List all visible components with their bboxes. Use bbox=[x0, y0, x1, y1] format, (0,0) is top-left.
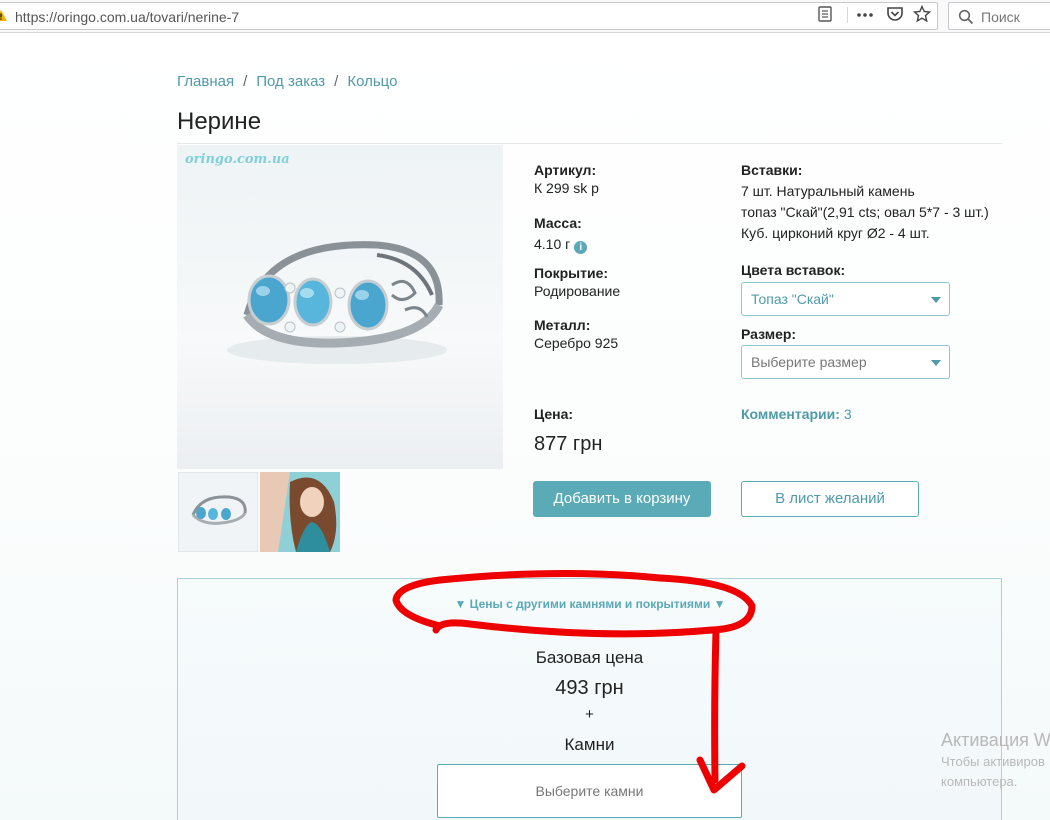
breadcrumb-separator: / bbox=[243, 73, 248, 90]
toolbar-separator bbox=[847, 7, 848, 23]
add-to-wishlist-button[interactable]: В лист желаний bbox=[741, 481, 919, 517]
plus-sign: + bbox=[585, 706, 594, 723]
thumbnail-ring-image bbox=[191, 495, 247, 525]
thumbnail-ring[interactable] bbox=[178, 472, 258, 552]
thumbnail-model[interactable] bbox=[260, 472, 340, 552]
os-activation-line-1: Чтобы активиров bbox=[941, 754, 1045, 769]
coating-value: Родирование bbox=[534, 283, 621, 299]
insert-colors-selected: Топаз "Скай" bbox=[751, 291, 834, 307]
breadcrumb-home-link[interactable]: Главная bbox=[177, 73, 234, 90]
size-select[interactable]: Выберите размер bbox=[741, 345, 950, 379]
search-placeholder: Поиск bbox=[981, 9, 1020, 25]
stones-label: Камни bbox=[564, 735, 615, 754]
size-placeholder: Выберите размер bbox=[751, 354, 867, 370]
inserts-line-2: топаз "Скай"(2,91 cts; овал 5*7 - 3 шт.) bbox=[741, 204, 989, 220]
inserts-line-3: Куб. цирконий круг Ø2 - 4 шт. bbox=[741, 225, 930, 241]
browser-toolbar: https://oringo.com.ua/tovari/nerine-7 По… bbox=[0, 0, 1050, 33]
breadcrumb: Главная / Под заказ / Кольцо bbox=[177, 73, 397, 90]
comments-label: Комментарии: bbox=[741, 406, 840, 422]
bookmark-star-icon[interactable] bbox=[913, 5, 931, 23]
chevron-down-icon bbox=[931, 297, 941, 303]
info-icon[interactable]: i bbox=[574, 241, 588, 254]
mass-value: 4.10 г bbox=[534, 236, 571, 252]
size-label: Размер: bbox=[741, 326, 797, 342]
breadcrumb-separator: / bbox=[334, 73, 339, 90]
mass-row: 4.10 гi bbox=[534, 236, 588, 254]
comments-count: 3 bbox=[843, 406, 852, 422]
add-to-cart-button[interactable]: Добавить в корзину bbox=[533, 481, 711, 517]
page-title: Нерине bbox=[177, 108, 262, 135]
price-options-toggle[interactable]: ▼ Цены с другими камнями и покрытиями ▼ bbox=[0, 597, 1050, 611]
base-price-value: 493 грн bbox=[555, 677, 624, 699]
url-text: https://oringo.com.ua/tovari/nerine-7 bbox=[15, 9, 240, 25]
article-value: К 299 sk р bbox=[534, 180, 599, 196]
os-activation-title: Активация W bbox=[941, 730, 1050, 750]
coating-label: Покрытие: bbox=[534, 265, 609, 281]
inserts-line-1: 7 шт. Натуральный камень bbox=[741, 183, 915, 199]
search-box[interactable]: Поиск bbox=[948, 2, 1050, 30]
os-activation-line-2: компьютера. bbox=[941, 774, 1018, 789]
more-actions-icon[interactable] bbox=[856, 5, 874, 23]
thumbnail-model-image bbox=[260, 472, 340, 552]
comments-link[interactable]: Комментарии: 3 bbox=[741, 406, 852, 422]
breadcrumb-custom-order-link[interactable]: Под заказ bbox=[256, 73, 325, 90]
ring-illustration bbox=[227, 241, 447, 364]
reader-view-icon[interactable] bbox=[816, 5, 834, 23]
metal-value: Серебро 925 bbox=[534, 335, 619, 351]
base-price-label: Базовая цена bbox=[535, 648, 644, 667]
breadcrumb-ring-link[interactable]: Кольцо bbox=[347, 73, 397, 90]
product-main-image[interactable]: oringo.com.ua bbox=[177, 145, 503, 469]
insert-colors-label: Цвета вставок: bbox=[741, 262, 846, 278]
title-divider bbox=[177, 143, 1002, 144]
insert-colors-select[interactable]: Топаз "Скай" bbox=[741, 282, 950, 316]
metal-label: Металл: bbox=[534, 317, 591, 333]
article-label: Артикул: bbox=[534, 162, 597, 178]
warning-icon bbox=[0, 10, 7, 21]
inserts-label: Вставки: bbox=[741, 162, 803, 178]
price-value: 877 грн bbox=[534, 433, 603, 455]
pocket-icon[interactable] bbox=[886, 5, 904, 23]
search-icon bbox=[958, 9, 974, 25]
chevron-down-icon bbox=[931, 360, 941, 366]
address-bar[interactable]: https://oringo.com.ua/tovari/nerine-7 bbox=[0, 2, 938, 30]
choose-stones-button[interactable]: Выберите камни bbox=[437, 764, 742, 818]
mass-label: Масса: bbox=[534, 215, 582, 231]
price-label: Цена: bbox=[534, 406, 574, 422]
